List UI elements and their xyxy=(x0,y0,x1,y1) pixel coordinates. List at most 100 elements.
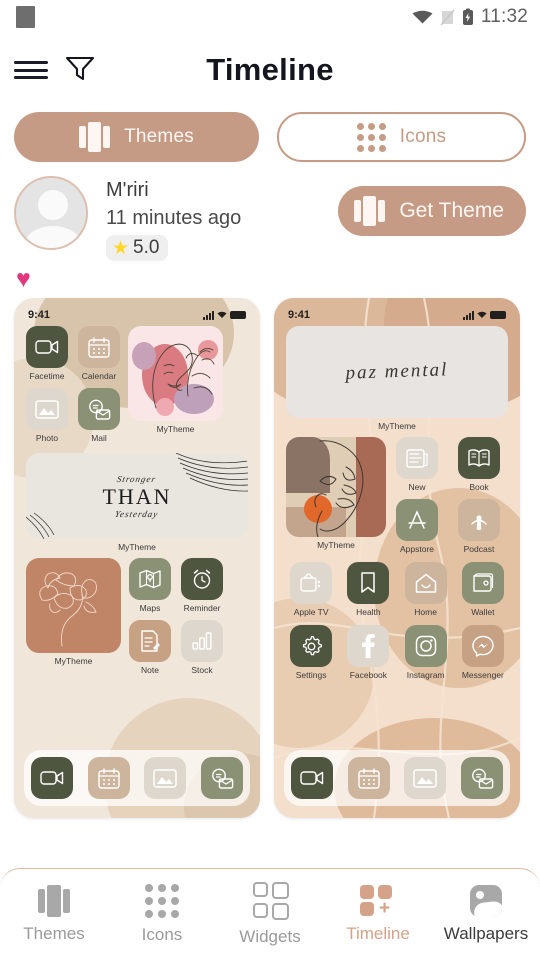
mail-icon[interactable] xyxy=(200,757,243,799)
theme-book-icon xyxy=(38,885,70,917)
preview-clock: 9:41 xyxy=(288,309,311,321)
app-label: Appstore xyxy=(399,544,435,554)
list-item[interactable]: Maps xyxy=(129,558,171,613)
list-item[interactable]: Note xyxy=(129,620,171,675)
nav-item-widgets[interactable]: Widgets xyxy=(216,882,324,947)
widget-theme-face[interactable]: MyTheme xyxy=(286,437,386,550)
app-label: Calendar xyxy=(81,371,117,381)
calendar-icon[interactable] xyxy=(347,757,390,799)
facebook-icon xyxy=(347,625,390,667)
dot-grid-icon xyxy=(145,884,179,918)
get-theme-button[interactable]: Get Theme xyxy=(338,186,526,236)
widget-quote[interactable]: paz mental MyTheme xyxy=(286,326,508,431)
list-item[interactable]: Settings xyxy=(286,625,336,680)
list-item[interactable]: Photo xyxy=(26,388,68,443)
app-square-icon xyxy=(16,6,35,28)
mail-icon xyxy=(78,388,120,430)
alarm-clock-icon xyxy=(181,558,223,600)
preview-status-bar: 9:41 xyxy=(14,306,260,324)
status-bar-clock: 11:32 xyxy=(480,6,528,27)
nav-label: Themes xyxy=(23,924,85,943)
nav-label: Icons xyxy=(141,925,183,944)
status-bar-right: 11:32 xyxy=(412,6,528,28)
list-item[interactable]: Calendar xyxy=(78,326,120,381)
theme-preview-gallery: 9:41 Facetime Calendar Photo Mail MyThem… xyxy=(0,292,540,818)
video-camera-icon xyxy=(26,326,68,368)
app-label: Reminder xyxy=(183,603,221,613)
video-camera-icon[interactable] xyxy=(291,757,334,799)
theme-preview-left[interactable]: 9:41 Facetime Calendar Photo Mail MyThem… xyxy=(14,298,260,818)
list-item[interactable]: New xyxy=(396,437,438,492)
preview-left-screen: Facetime Calendar Photo Mail MyTheme Str… xyxy=(14,298,260,818)
nav-label: Widgets xyxy=(239,927,301,946)
list-item[interactable]: Podcast xyxy=(458,499,500,554)
preview-status-icons xyxy=(203,310,246,320)
rating-badge: ★ 5.0 xyxy=(106,235,169,261)
list-item[interactable]: Stock xyxy=(181,620,223,675)
list-item[interactable]: Facebook xyxy=(343,625,393,680)
author-row: M'riri 11 minutes ago ★ 5.0 Get Theme xyxy=(0,162,540,261)
hamburger-icon[interactable] xyxy=(14,58,48,82)
widget-quote[interactable]: Stronger THAN Yesterday MyTheme xyxy=(26,453,248,552)
rating-value: 5.0 xyxy=(133,237,160,258)
content-type-tabs: Themes Icons xyxy=(0,106,540,162)
instagram-icon xyxy=(404,625,447,667)
theme-book-icon xyxy=(354,196,386,226)
heart-icon[interactable]: ♥ xyxy=(16,265,31,293)
nav-item-timeline[interactable]: + Timeline xyxy=(324,885,432,944)
nav-item-icons[interactable]: Icons xyxy=(108,884,216,945)
app-label: Maps xyxy=(139,603,161,613)
wallet-icon xyxy=(461,562,504,604)
list-item[interactable]: Apple TV xyxy=(286,562,336,617)
gear-icon xyxy=(290,625,333,667)
list-item[interactable]: Messenger xyxy=(458,625,508,680)
post-timestamp: 11 minutes ago xyxy=(106,207,242,229)
author-name: M'riri xyxy=(106,179,149,201)
widget-theme-face-2[interactable]: MyTheme xyxy=(26,558,121,666)
quote-line-2: THAN xyxy=(102,483,172,509)
calendar-icon[interactable] xyxy=(87,757,130,799)
timeline-icon: + xyxy=(360,885,396,918)
list-item[interactable]: Health xyxy=(343,562,393,617)
app-bar: Timeline xyxy=(0,34,540,106)
tab-icons[interactable]: Icons xyxy=(277,112,526,162)
app-label: Instagram xyxy=(406,670,445,680)
list-item[interactable]: Mail xyxy=(78,388,120,443)
wallpaper-icon xyxy=(470,885,502,917)
theme-book-icon xyxy=(79,122,111,152)
avatar[interactable] xyxy=(14,176,88,250)
book-icon xyxy=(458,437,500,479)
photo-icon[interactable] xyxy=(144,757,187,799)
theme-preview-right[interactable]: 9:41 paz mental MyTheme MyTheme New Book… xyxy=(274,298,520,818)
list-item[interactable]: Book xyxy=(458,437,500,492)
preview-status-icons xyxy=(463,310,506,320)
tab-themes[interactable]: Themes xyxy=(14,112,259,162)
mail-icon[interactable] xyxy=(460,757,503,799)
battery-icon xyxy=(230,311,246,319)
get-theme-label: Get Theme xyxy=(399,199,504,222)
nav-item-themes[interactable]: Themes xyxy=(0,885,108,944)
tab-icons-label: Icons xyxy=(399,126,447,147)
app-label: Apple TV xyxy=(293,607,329,617)
list-item[interactable]: Facetime xyxy=(26,326,68,381)
nav-item-wallpapers[interactable]: Wallpapers xyxy=(432,885,540,944)
like-row: ♥ xyxy=(0,261,540,292)
widget-theme-face[interactable]: MyTheme xyxy=(128,326,223,434)
author-meta: M'riri 11 minutes ago ★ 5.0 xyxy=(106,176,338,261)
preview-right-dock xyxy=(284,750,510,806)
list-item[interactable]: Home xyxy=(401,562,451,617)
photo-icon[interactable] xyxy=(404,757,447,799)
list-item[interactable]: Wallet xyxy=(458,562,508,617)
list-item[interactable]: Instagram xyxy=(401,625,451,680)
list-item[interactable]: Appstore xyxy=(396,499,438,554)
filter-icon[interactable] xyxy=(64,54,96,87)
video-camera-icon[interactable] xyxy=(31,757,74,799)
app-label: Note xyxy=(141,665,159,675)
signal-icon xyxy=(203,310,214,320)
preview-left-dock xyxy=(24,750,250,806)
list-item[interactable]: Reminder xyxy=(181,558,223,613)
app-label: Facebook xyxy=(349,670,388,680)
map-icon xyxy=(129,558,171,600)
bookmark-icon xyxy=(347,562,390,604)
app-label: Wallet xyxy=(471,607,495,617)
